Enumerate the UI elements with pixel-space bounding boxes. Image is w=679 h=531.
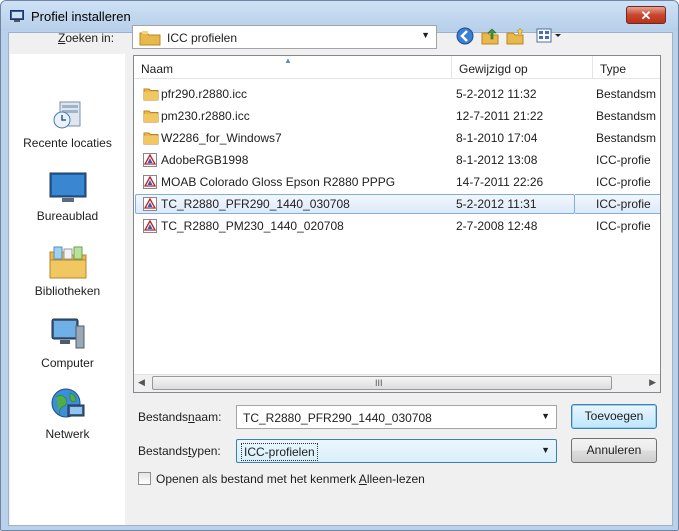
desktop-icon [49,172,86,202]
place-label: Bureaublad [36,209,99,223]
scrollbar-thumb[interactable]: III [152,376,612,390]
icc-profile-icon [143,153,157,167]
column-header-type[interactable]: Type [593,56,660,79]
lookin-combobox[interactable]: ICC profielen ▼ [132,25,437,49]
file-name: TC_R2880_PFR290_1440_030708 [161,197,350,211]
file-date: 14-7-2011 22:26 [456,175,544,189]
close-icon: ✕ [640,8,652,23]
chevron-down-icon[interactable]: ▼ [421,30,430,40]
filetype-select[interactable]: ICC-profielen ▼ [236,439,557,463]
file-date: 2-7-2008 12:48 [456,219,538,233]
filetype-value: ICC-profielen [241,443,318,461]
readonly-checkbox[interactable] [138,472,151,485]
place-recent[interactable]: Recente locaties [10,96,125,150]
add-button[interactable]: Toevoegen [571,404,657,429]
file-type: ICC-profie [596,219,651,233]
file-date: 5-2-2012 11:31 [456,197,537,211]
lookin-value: ICC profielen [167,31,238,45]
window-title: Profiel installeren [31,9,131,24]
file-type: Bestandsm [596,109,657,123]
place-network[interactable]: Netwerk [10,387,125,441]
scroll-left-icon[interactable]: ◀ [138,377,145,388]
file-name: AdobeRGB1998 [161,153,249,167]
place-label: Bibliotheken [34,284,101,298]
file-list[interactable]: ▲ Naam Gewijzigd op Type pfr290.r2880.ic… [133,55,661,393]
scrollbar-grip: III [375,378,383,388]
cancel-button[interactable]: Annuleren [571,438,657,463]
file-row[interactable]: pfr290.r2880.icc 5-2-2012 11:32 Bestandsm [134,84,660,104]
filename-value: TC_R2880_PFR290_1440_030708 [243,411,432,425]
place-label: Netwerk [45,427,90,441]
file-type: Bestandsm [596,131,657,145]
new-folder-icon[interactable] [505,26,525,46]
horizontal-scrollbar[interactable]: ◀ III ▶ [134,374,660,392]
folder-icon [143,132,159,145]
file-row[interactable]: MOAB Colorado Gloss Epson R2880 PPPG 14-7… [134,172,660,192]
file-type: ICC-profie [596,175,651,189]
filename-label: Bestandsnaam: [138,410,222,424]
dialog-window: Profiel installeren ✕ Zoeken in: ICC pro… [0,0,679,531]
place-desktop[interactable]: Bureaublad [10,171,125,223]
up-folder-icon[interactable] [480,26,500,46]
file-type: ICC-profie [596,197,651,211]
scroll-right-icon[interactable]: ▶ [649,377,656,388]
folder-icon [143,88,159,101]
recent-places-icon [53,101,80,129]
place-libraries[interactable]: Bibliotheken [10,244,125,298]
column-header-modified[interactable]: Gewijzigd op [452,56,593,79]
lookin-label: Zoeken in: [58,31,115,45]
file-type: ICC-profie [596,153,651,167]
view-menu-icon[interactable] [535,26,563,46]
filetype-label: Bestandstypen: [138,444,221,458]
chevron-down-icon[interactable]: ▼ [541,445,550,455]
file-row[interactable]: TC_R2880_PM230_1440_020708 2-7-2008 12:48… [134,216,660,236]
file-name: MOAB Colorado Gloss Epson R2880 PPPG [161,175,396,189]
file-name: TC_R2880_PM230_1440_020708 [161,219,344,233]
place-label: Computer [41,356,94,370]
file-row[interactable]: W2286_for_Windows7 8-1-2010 17:04 Bestands… [134,128,660,148]
icc-profile-icon [143,175,157,189]
file-name: pm230.r2880.icc [161,109,250,123]
file-date: 8-1-2012 13:08 [456,153,538,167]
file-date: 8-1-2010 17:04 [456,131,538,145]
app-icon [10,10,24,22]
folder-icon [139,31,161,46]
file-type: Bestandsm [596,87,657,101]
places-bar: Recente locaties Bureaublad Bibliotheken [10,54,125,525]
file-name: W2286_for_Windows7 [161,131,282,145]
file-row[interactable]: pm230.r2880.icc 12-7-2011 21:22 Bestandsm [134,106,660,126]
sort-ascending-icon: ▲ [284,56,292,65]
file-row[interactable]: AdobeRGB1998 8-1-2012 13:08 ICC-profie [134,150,660,170]
icc-profile-icon [143,219,157,233]
file-date: 12-7-2011 21:22 [456,109,544,123]
close-button[interactable]: ✕ [626,6,666,24]
file-date: 5-2-2012 11:32 [456,87,537,101]
file-row[interactable]: TC_R2880_PFR290_1440_030708 5-2-2012 11:3… [134,194,660,214]
chevron-down-icon[interactable]: ▼ [541,411,550,421]
icc-profile-icon [143,197,157,211]
file-name: pfr290.r2880.icc [161,87,248,101]
libraries-icon [49,246,86,279]
folder-icon [143,110,159,123]
filename-input[interactable]: TC_R2880_PFR290_1440_030708 ▼ [236,405,557,429]
column-header-name[interactable]: ▲ Naam [134,56,452,79]
place-computer[interactable]: Computer [10,316,125,370]
back-icon[interactable] [455,26,475,46]
readonly-label[interactable]: Openen als bestand met het kenmerk Allee… [156,472,425,486]
computer-icon [51,318,84,349]
network-icon [51,388,84,418]
place-label: Recente locaties [23,136,112,150]
